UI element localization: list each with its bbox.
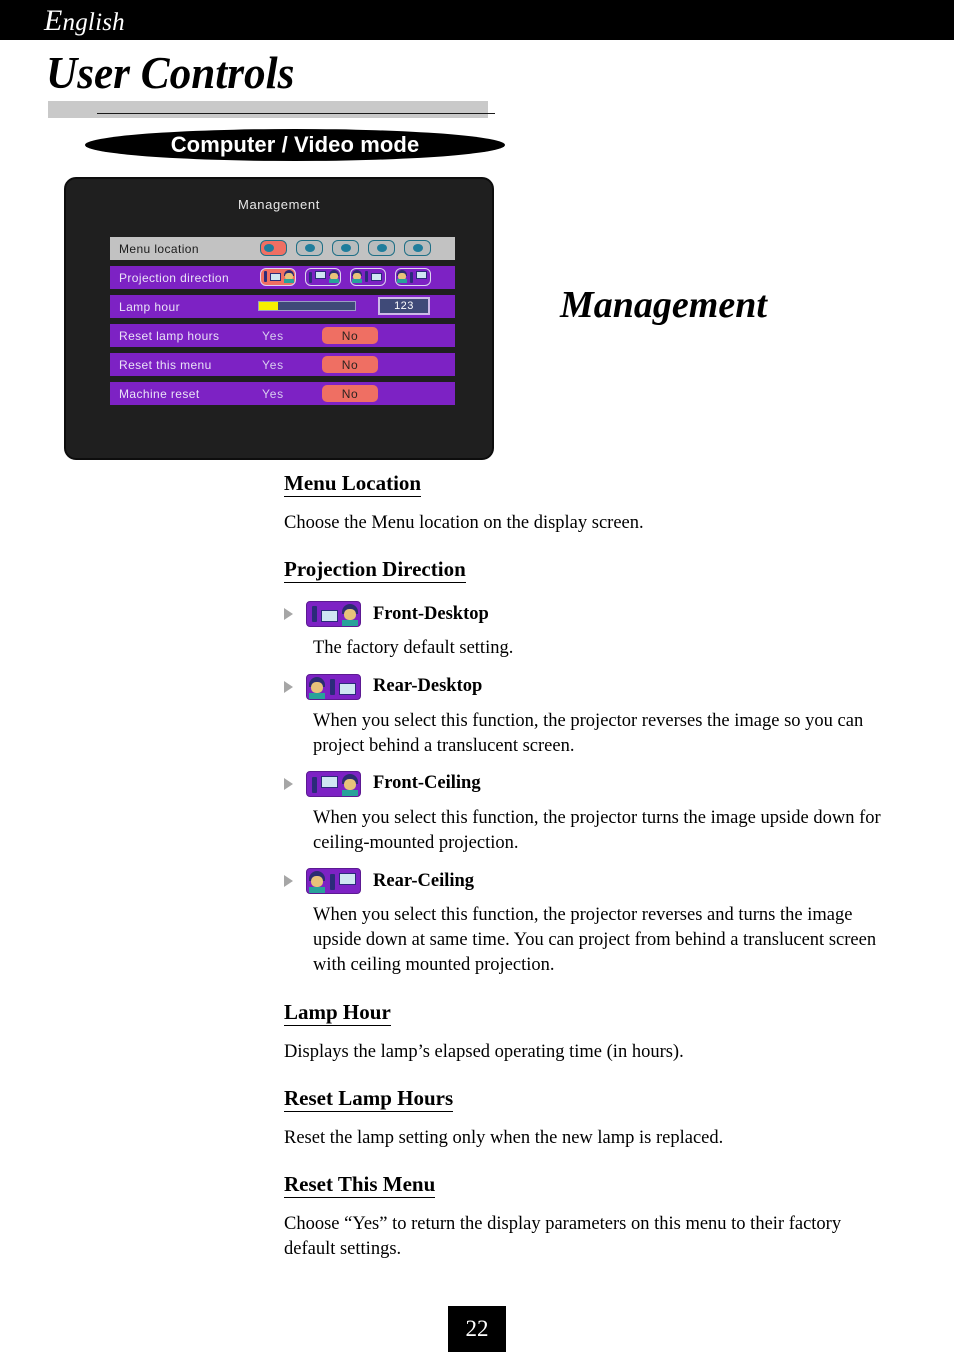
menu-location-dot-icon xyxy=(413,244,423,252)
no-option[interactable]: No xyxy=(322,356,378,373)
text-front-desktop: The factory default setting. xyxy=(313,638,514,659)
body-content: Menu Location Choose the Menu location o… xyxy=(284,471,894,1263)
triangle-bullet-icon xyxy=(284,777,293,790)
label-rear-ceiling: Rear-Ceiling xyxy=(373,870,475,891)
front-ceiling-icon[interactable] xyxy=(305,268,341,286)
yes-option[interactable]: Yes xyxy=(262,387,284,401)
rear-ceiling-icon[interactable] xyxy=(395,268,431,286)
top-black-band xyxy=(0,0,954,40)
yes-option[interactable]: Yes xyxy=(262,358,284,372)
front-desktop-icon xyxy=(306,601,361,628)
osd-row-label: Projection direction xyxy=(119,270,230,285)
heading-reset-lamp-hours: Reset Lamp Hours xyxy=(284,1086,454,1112)
language-rest: nglish xyxy=(62,9,125,36)
osd-row-label: Lamp hour xyxy=(119,299,180,314)
menu-location-option-2[interactable] xyxy=(296,240,323,256)
no-option[interactable]: No xyxy=(322,385,378,402)
osd-row-reset-this-menu[interactable]: Reset this menu Yes No xyxy=(110,353,455,376)
osd-row-reset-lamp-hours[interactable]: Reset lamp hours Yes No xyxy=(110,324,455,347)
osd-title: Management xyxy=(238,197,320,212)
menu-location-option-3[interactable] xyxy=(332,240,359,256)
section-lamp-hour: Lamp Hour Displays the lamp’s elapsed op… xyxy=(284,1000,894,1065)
osd-row-list: Menu location Projection direction Lamp … xyxy=(110,237,455,411)
lamp-hour-value: 123 xyxy=(378,297,430,315)
section-projection-direction: Projection Direction Front-Desktop The f… xyxy=(284,558,894,978)
menu-location-options xyxy=(260,240,431,256)
no-option[interactable]: No xyxy=(322,327,378,344)
list-item: Front-Desktop xyxy=(284,601,894,628)
text-lamp-hour: Displays the lamp’s elapsed operating ti… xyxy=(284,1041,684,1062)
section-title-management: Management xyxy=(560,284,767,326)
text-front-ceiling: When you select this function, the proje… xyxy=(313,807,881,853)
label-rear-desktop: Rear-Desktop xyxy=(373,676,483,696)
menu-location-dot-icon xyxy=(264,244,274,252)
language-label: English xyxy=(44,4,125,38)
front-desktop-icon[interactable] xyxy=(260,268,296,286)
osd-row-label: Reset this menu xyxy=(119,357,212,372)
text-rear-ceiling: When you select this function, the proje… xyxy=(313,905,877,976)
osd-row-label: Menu location xyxy=(119,241,199,256)
front-ceiling-icon xyxy=(306,770,361,797)
list-item: Front-Ceiling xyxy=(284,770,894,797)
lamp-hour-progress-fill xyxy=(259,302,279,310)
text-reset-lamp-hours: Reset the lamp setting only when the new… xyxy=(284,1127,724,1148)
section-reset-lamp-hours: Reset Lamp Hours Reset the lamp setting … xyxy=(284,1086,894,1151)
list-item: Rear-Ceiling xyxy=(284,868,894,895)
label-front-ceiling: Front-Ceiling xyxy=(373,773,481,794)
section-menu-location: Menu Location Choose the Menu location o… xyxy=(284,471,894,536)
rear-ceiling-icon xyxy=(306,868,361,895)
hairline-rule xyxy=(97,113,495,114)
osd-row-label: Machine reset xyxy=(119,386,200,401)
osd-row-lamp-hour[interactable]: Lamp hour 123 xyxy=(110,295,455,318)
heading-projection-direction: Projection Direction xyxy=(284,558,466,584)
rear-desktop-icon[interactable] xyxy=(350,268,386,286)
list-item: Rear-Desktop xyxy=(284,673,894,700)
text-reset-this-menu: Choose “Yes” to return the display param… xyxy=(284,1214,842,1260)
osd-screenshot: Management Menu location Projection dire… xyxy=(64,177,494,460)
projection-direction-options xyxy=(260,268,431,286)
menu-location-dot-icon xyxy=(377,244,387,252)
menu-location-dot-icon xyxy=(341,244,351,252)
triangle-bullet-icon xyxy=(284,875,293,888)
page-title: User Controls xyxy=(46,48,295,98)
text-rear-desktop: When you select this function, the proje… xyxy=(313,710,864,756)
label-front-desktop: Front-Desktop xyxy=(373,603,489,624)
osd-row-menu-location[interactable]: Menu location xyxy=(110,237,455,260)
text-menu-location: Choose the Menu location on the display … xyxy=(284,513,644,534)
page-number: 22 xyxy=(448,1306,506,1352)
menu-location-dot-icon xyxy=(305,244,315,252)
triangle-bullet-icon xyxy=(284,680,293,693)
section-reset-this-menu: Reset This Menu Choose “Yes” to return t… xyxy=(284,1173,894,1262)
lamp-hour-progress-bar xyxy=(258,301,356,311)
grey-rule xyxy=(48,101,488,118)
mode-banner: Computer / Video mode xyxy=(85,129,505,161)
mode-banner-label: Computer / Video mode xyxy=(170,132,420,157)
menu-location-option-4[interactable] xyxy=(368,240,395,256)
rear-desktop-icon xyxy=(306,673,361,700)
yes-option[interactable]: Yes xyxy=(262,329,284,343)
menu-location-option-5[interactable] xyxy=(404,240,431,256)
heading-reset-this-menu: Reset This Menu xyxy=(284,1173,436,1199)
heading-menu-location: Menu Location xyxy=(284,471,422,498)
triangle-bullet-icon xyxy=(284,608,293,621)
osd-row-label: Reset lamp hours xyxy=(119,328,220,343)
menu-location-option-1[interactable] xyxy=(260,240,287,256)
osd-row-machine-reset[interactable]: Machine reset Yes No xyxy=(110,382,455,405)
language-initial: E xyxy=(44,4,63,37)
osd-row-projection-direction[interactable]: Projection direction xyxy=(110,266,455,289)
heading-lamp-hour: Lamp Hour xyxy=(284,1000,391,1026)
